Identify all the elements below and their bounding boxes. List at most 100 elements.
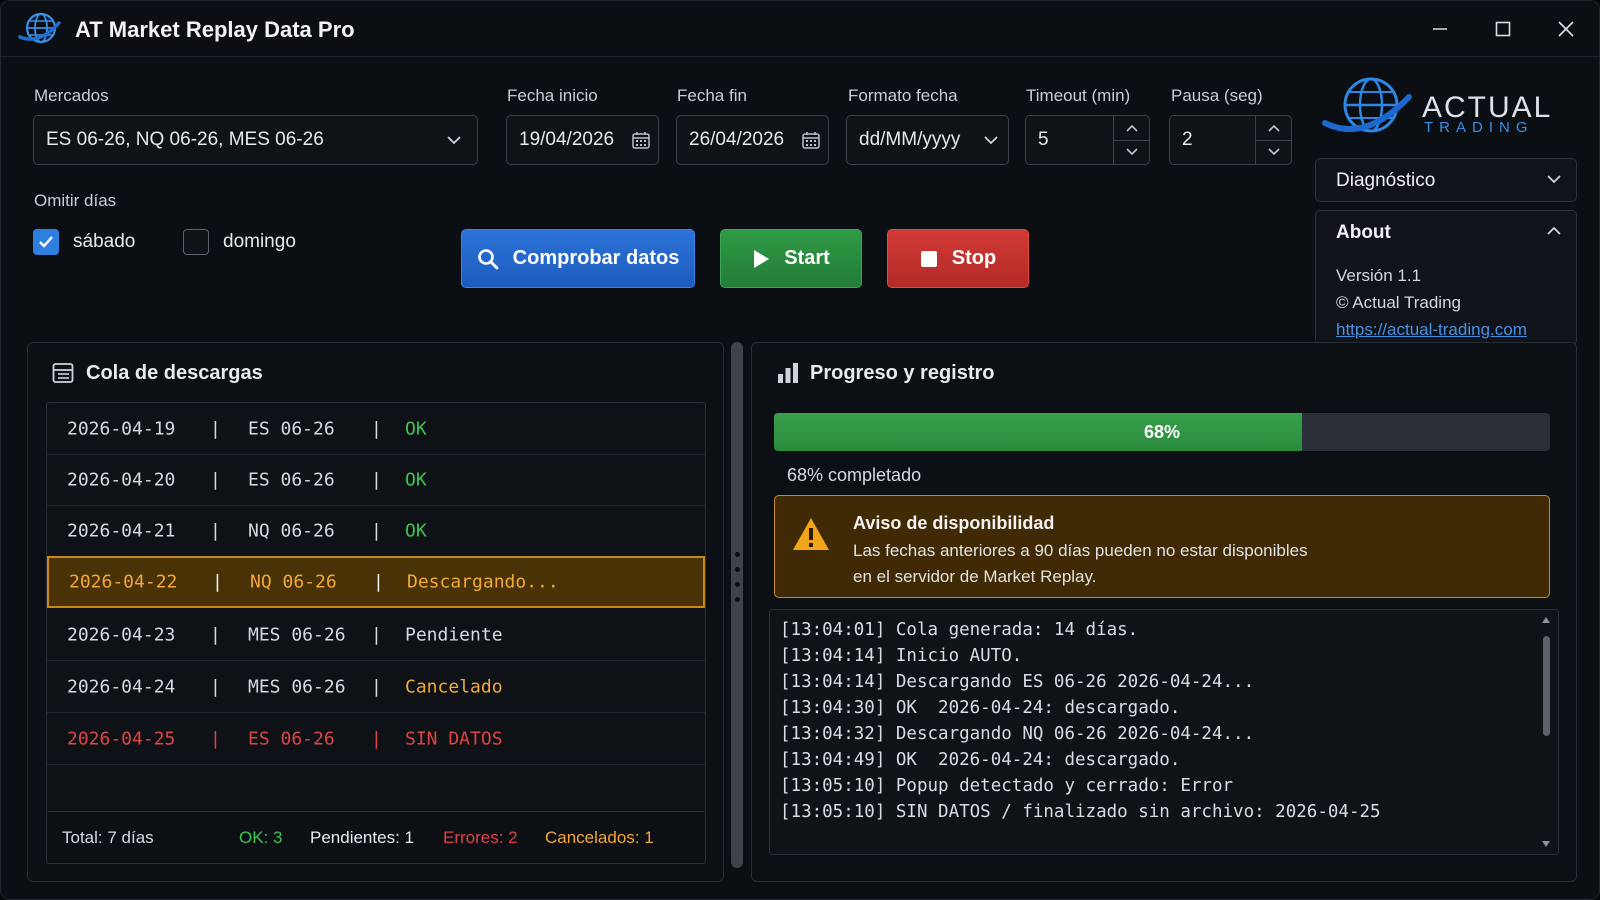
maximize-button[interactable] xyxy=(1486,13,1520,45)
queue-title: Cola de descargas xyxy=(86,362,263,384)
queue-date: 2026-04-19 xyxy=(67,418,176,439)
pause-stepper[interactable]: 2 xyxy=(1169,115,1292,165)
queue-row[interactable]: 2026-04-24 | MES 06-26 | Cancelado xyxy=(47,661,705,713)
queue-date: 2026-04-20 xyxy=(67,469,176,490)
end-date-label: Fecha fin xyxy=(677,86,747,105)
close-icon xyxy=(1558,21,1574,37)
queue-status: Cancelado xyxy=(405,676,503,697)
checkbox-unchecked[interactable] xyxy=(183,229,209,255)
saturday-checkbox[interactable]: sábado xyxy=(33,229,135,255)
column-separator: | xyxy=(371,418,382,439)
timeout-value: 5 xyxy=(1038,129,1049,150)
queue-row[interactable]: 2026-04-21 | NQ 06-26 | OK xyxy=(47,505,705,557)
copyright-text: © Actual Trading xyxy=(1336,293,1461,312)
date-format-select[interactable]: dd/MM/yyyy xyxy=(846,115,1009,165)
chevron-up-icon[interactable] xyxy=(1546,225,1562,237)
queue-panel: Cola de descargas 2026-04-19 | ES 06-26 … xyxy=(27,342,724,882)
minimize-button[interactable] xyxy=(1423,13,1457,45)
globe-icon xyxy=(1322,77,1412,133)
chevron-up-icon xyxy=(1267,124,1280,132)
chevron-down-icon xyxy=(1547,175,1561,184)
queue-date: 2026-04-23 xyxy=(67,624,176,645)
stop-button[interactable]: Stop xyxy=(887,229,1029,288)
checkmark-icon xyxy=(39,236,53,248)
log-line: [13:04:14] Inicio AUTO. xyxy=(780,646,1023,666)
end-date-value: 26/04/2026 xyxy=(689,129,785,150)
warning-line-1: Las fechas anteriores a 90 días pueden n… xyxy=(853,541,1308,560)
log-scrollbar[interactable] xyxy=(1540,616,1552,848)
start-date-picker-button[interactable] xyxy=(624,116,658,164)
log-line: [13:04:01] Cola generada: 14 días. xyxy=(780,620,1139,640)
column-separator: | xyxy=(210,520,221,541)
end-date-picker-button[interactable] xyxy=(794,116,828,164)
log-output[interactable]: [13:04:01] Cola generada: 14 días. [13:0… xyxy=(769,609,1559,855)
queue-status: Pendiente xyxy=(405,624,503,645)
checkbox-checked[interactable] xyxy=(33,229,59,255)
calendar-icon xyxy=(802,132,820,149)
website-link[interactable]: https://actual-trading.com xyxy=(1336,320,1527,340)
start-date-field[interactable]: 19/04/2026 xyxy=(506,115,659,165)
brand-logo: ACTUAL TRADING xyxy=(1321,73,1551,143)
play-icon xyxy=(754,249,770,268)
saturday-label: sábado xyxy=(73,231,136,252)
availability-warning: Aviso de disponibilidad Las fechas anter… xyxy=(774,495,1550,598)
summary-ok: OK: 3 xyxy=(239,828,283,847)
panel-splitter[interactable] xyxy=(731,342,743,868)
markets-select[interactable]: ES 06-26, NQ 06-26, MES 06-26 xyxy=(33,115,478,165)
queue-row-error[interactable]: 2026-04-25 | ES 06-26 | SIN DATOS xyxy=(47,713,705,765)
queue-row[interactable]: 2026-04-19 | ES 06-26 | OK xyxy=(47,403,705,455)
diagnostic-accordion[interactable]: Diagnóstico xyxy=(1315,158,1577,202)
queue-symbol: ES 06-26 xyxy=(248,418,335,439)
title-bar: AT Market Replay Data Pro xyxy=(1,1,1599,57)
queue-status: OK xyxy=(405,520,427,541)
sunday-checkbox[interactable]: domingo xyxy=(183,229,296,255)
chevron-down-icon xyxy=(447,136,461,145)
end-date-field[interactable]: 26/04/2026 xyxy=(676,115,829,165)
queue-status: OK xyxy=(405,418,427,439)
column-separator: | xyxy=(373,571,384,593)
scrollbar-thumb[interactable] xyxy=(1543,636,1550,736)
summary-errors: Errores: 2 xyxy=(443,828,518,847)
queue-row[interactable]: 2026-04-20 | ES 06-26 | OK xyxy=(47,454,705,506)
timeout-increment-button[interactable] xyxy=(1114,116,1149,141)
queue-row-active[interactable]: 2026-04-22 | NQ 06-26 | Descargando... xyxy=(47,556,705,608)
warning-line-2: en el servidor de Market Replay. xyxy=(853,567,1097,586)
progress-percent: 68% xyxy=(1143,421,1181,442)
queue-symbol: ES 06-26 xyxy=(248,728,335,749)
scroll-down-icon[interactable] xyxy=(1541,840,1551,848)
log-line: [13:04:30] OK 2026-04-24: descargado. xyxy=(780,698,1181,718)
globe-icon xyxy=(18,12,61,44)
pause-decrement-button[interactable] xyxy=(1256,141,1291,165)
column-separator: | xyxy=(212,571,223,593)
queue-date: 2026-04-21 xyxy=(67,520,176,541)
column-separator: | xyxy=(371,624,382,645)
queue-date: 2026-04-24 xyxy=(67,676,176,697)
column-separator: | xyxy=(210,676,221,697)
timeout-stepper[interactable]: 5 xyxy=(1025,115,1150,165)
calendar-icon xyxy=(632,132,650,149)
search-icon xyxy=(477,248,499,269)
drag-handle-icon xyxy=(734,552,740,602)
markets-label: Mercados xyxy=(34,86,109,105)
queue-row[interactable]: 2026-04-23 | MES 06-26 | Pendiente xyxy=(47,609,705,661)
pause-increment-button[interactable] xyxy=(1256,116,1291,141)
start-label: Start xyxy=(784,247,830,269)
start-button[interactable]: Start xyxy=(720,229,862,288)
check-data-button[interactable]: Comprobar datos xyxy=(461,229,695,288)
warning-icon xyxy=(793,518,829,550)
scroll-up-icon[interactable] xyxy=(1541,616,1551,624)
progress-panel: Progreso y registro 68% 68% completado A… xyxy=(751,342,1577,882)
progress-title: Progreso y registro xyxy=(810,362,995,384)
column-separator: | xyxy=(371,728,382,749)
queue-list[interactable]: 2026-04-19 | ES 06-26 | OK 2026-04-20 | … xyxy=(46,402,706,812)
maximize-icon xyxy=(1495,21,1511,37)
column-separator: | xyxy=(210,624,221,645)
column-separator: | xyxy=(371,676,382,697)
log-line: [13:05:10] SIN DATOS / finalizado sin ar… xyxy=(780,802,1381,822)
log-line: [13:04:32] Descargando NQ 06-26 2026-04-… xyxy=(780,724,1255,744)
chevron-down-icon xyxy=(1267,148,1280,156)
close-button[interactable] xyxy=(1549,13,1583,45)
timeout-decrement-button[interactable] xyxy=(1114,141,1149,165)
about-title[interactable]: About xyxy=(1336,222,1391,244)
column-separator: | xyxy=(371,469,382,490)
